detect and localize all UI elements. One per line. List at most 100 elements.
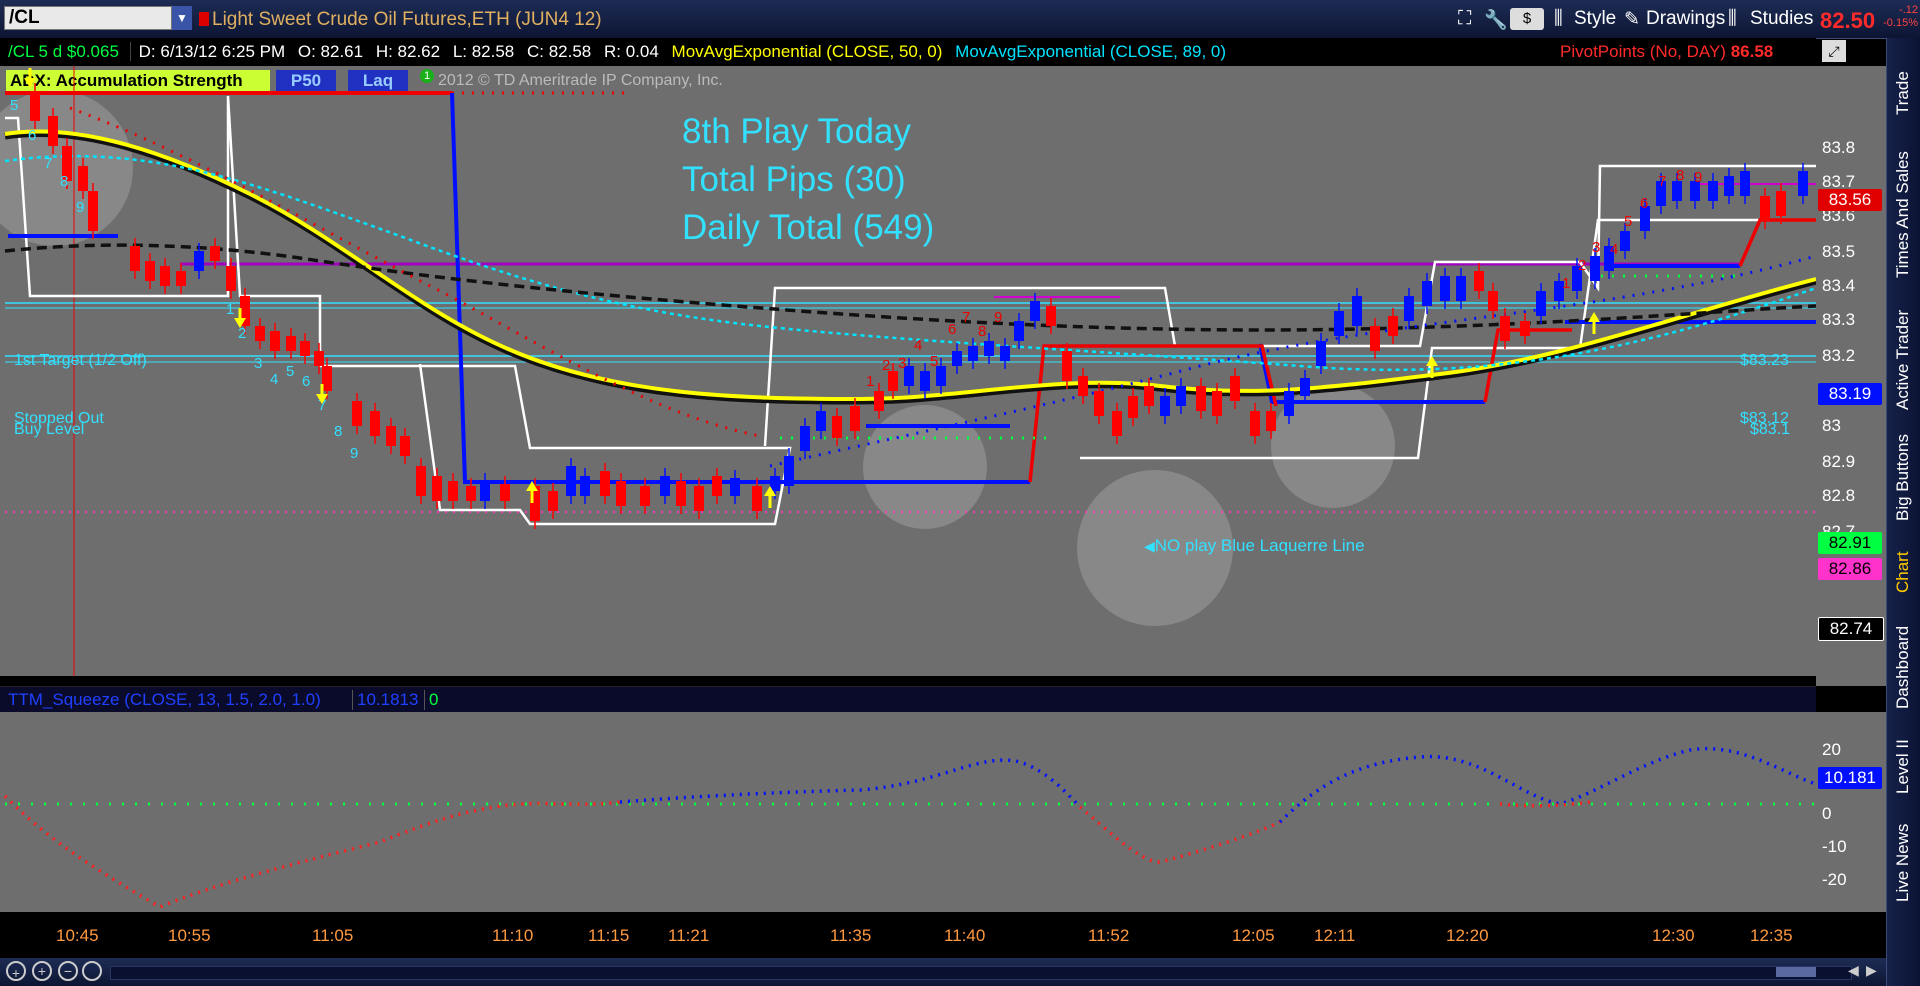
time-scrollbar[interactable] [110,966,1852,980]
studies-button[interactable]: Studies [1750,8,1813,30]
drawings-button[interactable]: Drawings [1646,8,1725,30]
sequence-number: 1 [226,301,234,318]
time-tick: 10:55 [168,926,211,945]
sequence-number-red: 8 [978,323,986,340]
pivot-study-name: PivotPoints (No, DAY) [1560,42,1726,61]
sequence-number: 9 [76,199,84,216]
candle-body [176,271,186,286]
sequence-number-red: 3 [1592,239,1600,256]
candle-body [226,266,236,291]
candle-body [712,476,722,496]
zoom-out-icon[interactable]: − [58,961,78,981]
candle-body [1422,281,1432,306]
sequence-number-red: 1 [1562,275,1570,292]
symbol-input[interactable]: /CL [4,6,172,30]
scroll-left-icon[interactable]: ◀ [1848,962,1859,979]
white-channel-3 [1080,218,1816,460]
candle-body [1724,176,1734,196]
arrow-left-icon: ◀ [1144,538,1155,554]
candle-body [660,476,670,496]
candle-body [816,411,826,431]
candle-body [314,351,324,366]
wrench-icon[interactable]: 🔧 [1484,8,1508,31]
buy-level-label: Buy Level [14,421,85,438]
lower-axis-gap [1816,686,1886,712]
sequence-number-red: 3 [898,355,906,372]
lower-tick: -10 [1822,837,1847,856]
candle-body [800,426,810,451]
studies-icon[interactable]: ⫼ [1728,8,1737,30]
candle-body [752,486,762,511]
ema50-study-label[interactable]: MovAvgExponential (CLOSE, 50, 0) [664,42,943,61]
time-tick: 11:52 [1088,926,1130,945]
sequence-number-red: 7 [1658,173,1666,190]
candle-body [730,478,740,496]
candle-body [194,251,204,271]
annotation-total-pips: Total Pips (30) [682,160,906,199]
candle-body [300,341,310,356]
nav-tab-times-and-sales[interactable]: Times And Sales [1886,130,1920,300]
nav-tab-level-ii[interactable]: Level II [1886,732,1920,802]
crosshair-icon[interactable]: + [6,961,26,981]
candle-body [1760,196,1770,221]
expand-icon[interactable]: ⤢ [1822,40,1846,62]
no-play-text: NO play Blue Laquerre Line [1154,536,1365,555]
ttm-squeeze-label[interactable]: TTM_Squeeze (CLOSE, 13, 1.5, 2.0, 1.0) [8,690,321,710]
price-tick: 83.3 [1822,310,1856,329]
symbol-dropdown-icon[interactable]: ▼ [172,6,192,30]
sequence-number-red: 5 [1624,213,1632,230]
nav-tab-active-trader[interactable]: Active Trader [1886,298,1920,422]
candle-body [1160,396,1170,416]
candles-icon[interactable]: ⫼ [1554,8,1563,30]
candle-body [416,466,426,496]
candle-body [1334,311,1344,336]
nav-tab-big-buttons[interactable]: Big Buttons [1886,428,1920,528]
bar-low: L: 82.58 [452,42,515,61]
sequence-number-red: 4 [914,337,922,354]
lower-tick: 0 [1822,804,1832,823]
price-label-82-91: 82.91 [1818,532,1882,554]
net-change-percent: -0.15% [1883,17,1918,29]
candle-body [370,411,380,436]
sequence-number: 7 [44,155,52,172]
yellow-arrow-icon [1426,356,1438,366]
candle-body [1708,181,1718,201]
candle-body [616,481,626,506]
nav-tab-chart[interactable]: Chart [1886,544,1920,600]
time-tick: 12:35 [1750,926,1793,945]
nav-tab-dashboard[interactable]: Dashboard [1886,618,1920,716]
candle-body [1112,411,1122,436]
time-tick: 12:30 [1652,926,1695,945]
lower-study-header: TTM_Squeeze (CLOSE, 13, 1.5, 2.0, 1.0) 1… [0,686,1816,714]
yellow-arrow-icon [1588,312,1600,322]
candle-body [500,484,510,501]
last-price: 82.50 [1820,8,1876,33]
zoom-in-icon[interactable]: + [32,961,52,981]
dollar-icon[interactable]: $ [1510,8,1544,30]
time-tick: 11:40 [944,926,986,945]
reset-zoom-icon[interactable] [82,961,102,981]
candle-body [88,191,98,231]
net-change: -.12 -0.15% [1880,4,1918,30]
candle-body [694,486,704,511]
time-tick: 12:11 [1314,926,1356,945]
candle-body [400,436,410,456]
nav-tab-trade[interactable]: Trade [1886,48,1920,138]
ema89-study-label[interactable]: MovAvgExponential (CLOSE, 89, 0) [947,42,1226,61]
candle-body [1176,386,1186,406]
sequence-number: 8 [334,423,342,440]
scroll-right-icon[interactable]: ▶ [1866,962,1877,979]
highlight-circle [863,405,987,529]
pencil-icon[interactable]: ✎ [1624,8,1640,30]
style-button[interactable]: Style [1574,8,1616,30]
link-icon[interactable]: ⛶ [1458,8,1471,30]
candle-body [145,261,155,281]
scrollbar-thumb[interactable] [1776,967,1816,977]
price-label-83-19: 83.19 [1818,383,1882,405]
candle-body [1014,321,1024,341]
sequence-number-red: 5 [930,353,938,370]
pivot-study-label[interactable]: PivotPoints (No, DAY) 86.58 [1560,38,1773,66]
nav-tab-live-news[interactable]: Live News [1886,818,1920,908]
candle-body [210,246,220,261]
yellow-arrow-icon [24,78,36,88]
